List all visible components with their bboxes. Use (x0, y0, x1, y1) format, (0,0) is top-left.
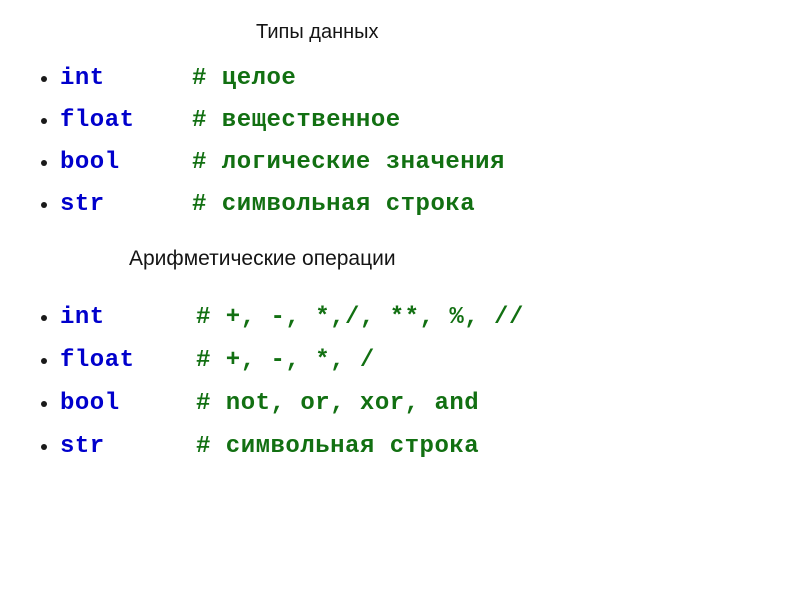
op-type-name-bool: bool (60, 390, 120, 417)
list-item: str # символьная строка (0, 425, 800, 468)
type-comment-int: # целое (192, 65, 297, 92)
op-type-name-str: str (60, 433, 105, 460)
bullet-icon (41, 444, 47, 450)
list-item: bool # not, or, xor, and (0, 382, 800, 425)
slide-canvas: Типы данных int # целое float # веществе… (0, 0, 800, 600)
op-type-name-float: float (60, 347, 135, 374)
op-comment-int: # +, -, *,/, **, %, // (196, 304, 524, 331)
type-comment-str: # символьная строка (192, 191, 476, 218)
bullet-icon (41, 202, 47, 208)
list-item: float # вещественное (0, 100, 800, 142)
data-types-list: int # целое float # вещественное bool # … (0, 58, 800, 226)
type-name-int: int (60, 65, 105, 92)
bullet-icon (41, 401, 47, 407)
list-item: float # +, -, *, / (0, 339, 800, 382)
list-item: int # +, -, *,/, **, %, // (0, 296, 800, 339)
list-item: int # целое (0, 58, 800, 100)
section-heading-arithmetic-operations: Арифметические операции (129, 247, 396, 270)
arithmetic-operations-list: int # +, -, *,/, **, %, // float # +, -,… (0, 296, 800, 468)
op-comment-bool: # not, or, xor, and (196, 390, 480, 417)
op-comment-float: # +, -, *, / (196, 347, 375, 374)
bullet-icon (41, 118, 47, 124)
type-name-bool: bool (60, 149, 120, 176)
section-heading-data-types: Типы данных (256, 21, 379, 43)
bullet-icon (41, 76, 47, 82)
op-type-name-int: int (60, 304, 105, 331)
bullet-icon (41, 358, 47, 364)
type-name-float: float (60, 107, 135, 134)
list-item: str # символьная строка (0, 184, 800, 226)
type-comment-bool: # логические значения (192, 149, 505, 176)
bullet-icon (41, 315, 47, 321)
list-item: bool # логические значения (0, 142, 800, 184)
op-comment-str: # символьная строка (196, 433, 480, 460)
bullet-icon (41, 160, 47, 166)
type-name-str: str (60, 191, 105, 218)
type-comment-float: # вещественное (192, 107, 401, 134)
